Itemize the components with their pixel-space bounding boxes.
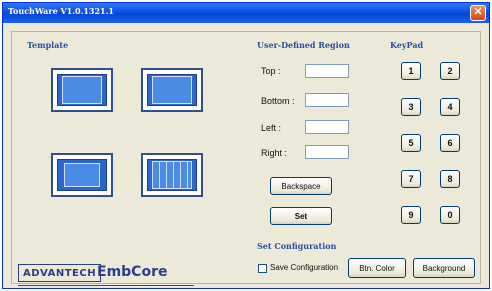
bottom-input[interactable] [305, 93, 349, 107]
key-0-label: 0 [447, 210, 453, 220]
top-label: Top : [261, 66, 281, 76]
template-inner-region [152, 76, 192, 104]
save-configuration-label: Save Configuration [270, 263, 339, 272]
key-2[interactable]: 2 [440, 62, 460, 80]
close-button[interactable]: ✕ [470, 5, 486, 21]
key-9[interactable]: 9 [401, 206, 421, 224]
top-input[interactable] [305, 64, 349, 78]
key-6[interactable]: 6 [440, 134, 460, 152]
key-7[interactable]: 7 [401, 170, 421, 188]
advantech-logo: ADVANTECH [18, 264, 102, 282]
key-4-label: 4 [447, 102, 453, 112]
right-label: Right : [261, 148, 288, 158]
logo-underline [18, 285, 194, 286]
backspace-button-label: Backspace [281, 181, 321, 191]
key-4[interactable]: 4 [440, 98, 460, 116]
bottom-label: Bottom : [261, 96, 295, 106]
title-bar[interactable]: TouchWare V1.0.1321.1 ✕ [3, 3, 489, 23]
key-5[interactable]: 5 [401, 134, 421, 152]
template-option-2[interactable] [141, 68, 203, 112]
key-7-label: 7 [408, 174, 414, 184]
background-button[interactable]: Background [413, 258, 475, 278]
config-section-label: Set Configuration [257, 241, 337, 251]
backspace-button[interactable]: Backspace [270, 177, 332, 195]
key-3-label: 3 [408, 102, 414, 112]
keypad-section-label: KeyPad [390, 40, 424, 50]
set-button[interactable]: Set [270, 207, 332, 225]
set-button-label: Set [294, 211, 308, 221]
template-option-1[interactable] [51, 68, 113, 112]
template-option-3[interactable] [51, 153, 113, 197]
template-option-4[interactable] [141, 153, 203, 197]
key-5-label: 5 [408, 138, 414, 148]
key-3[interactable]: 3 [401, 98, 421, 116]
main-window: TouchWare V1.0.1321.1 ✕ Template User-De… [2, 2, 490, 289]
template-grid-region [152, 161, 192, 189]
template-inner-region [62, 76, 102, 104]
btn-color-label: Btn. Color [359, 263, 395, 273]
key-9-label: 9 [408, 210, 414, 220]
key-2-label: 2 [447, 66, 453, 76]
key-1-label: 1 [408, 66, 414, 76]
btn-color-button[interactable]: Btn. Color [348, 258, 406, 278]
save-configuration-checkbox[interactable] [258, 264, 267, 273]
background-label: Background [422, 263, 466, 273]
key-6-label: 6 [447, 138, 453, 148]
right-input[interactable] [305, 145, 349, 159]
key-8-label: 8 [447, 174, 453, 184]
left-input[interactable] [305, 120, 349, 134]
embcore-logo: EmbCore [97, 264, 168, 280]
region-section-label: User-Defined Region [257, 40, 350, 50]
template-section-label: Template [27, 40, 69, 50]
close-icon: ✕ [473, 6, 483, 18]
key-0[interactable]: 0 [440, 206, 460, 224]
left-label: Left : [261, 123, 282, 133]
window-title: TouchWare V1.0.1321.1 [8, 6, 114, 16]
key-8[interactable]: 8 [440, 170, 460, 188]
key-1[interactable]: 1 [401, 62, 421, 80]
brand-text: ADVANTECH [23, 267, 97, 279]
template-inner-region [64, 163, 100, 187]
